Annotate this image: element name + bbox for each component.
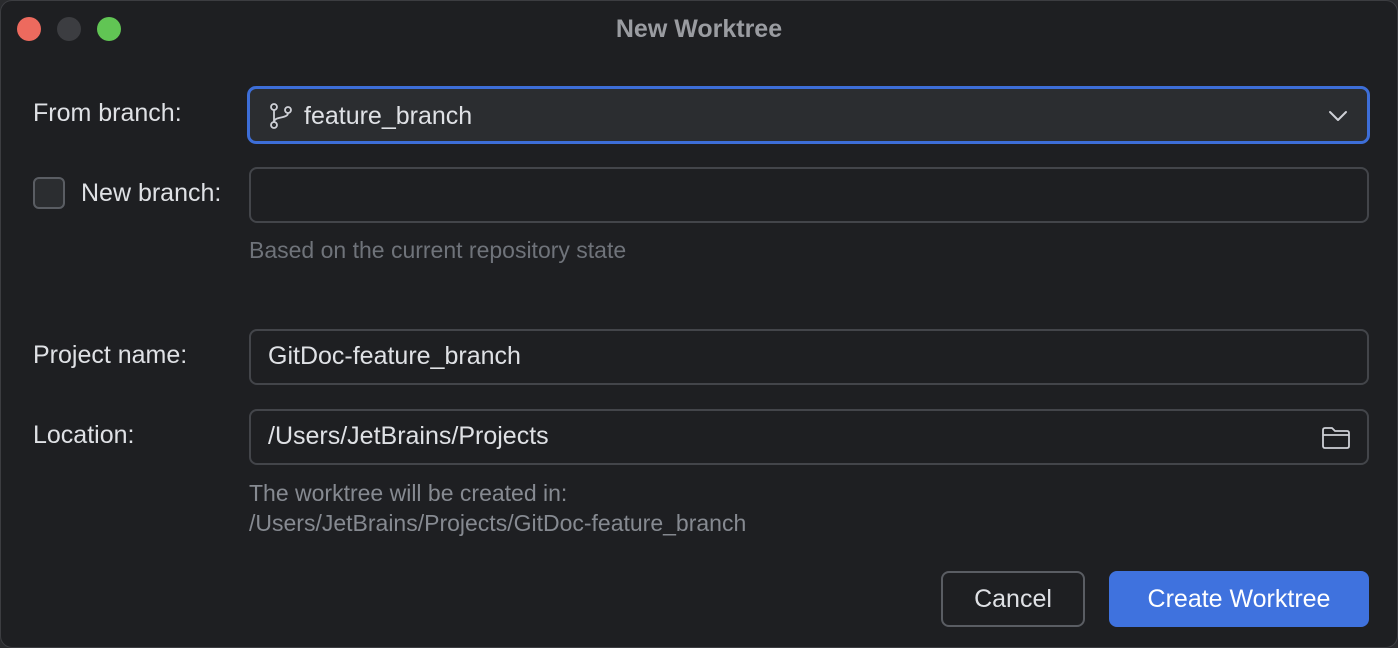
new-branch-hint: Based on the current repository state	[249, 237, 627, 263]
location-label: Location:	[33, 421, 135, 449]
dialog-title: New Worktree	[615, 15, 783, 43]
new-branch-input[interactable]	[249, 167, 1369, 223]
location-hint-line2: /Users/JetBrains/Projects/GitDoc-feature…	[249, 510, 747, 536]
project-name-value: GitDoc-feature_branch	[268, 342, 521, 370]
folder-icon[interactable]	[1321, 425, 1351, 451]
location-hint-line1: The worktree will be created in:	[249, 480, 568, 506]
cancel-button[interactable]: Cancel	[941, 571, 1085, 627]
from-branch-dropdown[interactable]: feature_branch	[247, 86, 1370, 144]
new-branch-label: New branch:	[81, 179, 222, 207]
create-worktree-button[interactable]: Create Worktree	[1109, 571, 1369, 627]
new-branch-checkbox[interactable]	[33, 177, 65, 209]
project-name-label: Project name:	[33, 341, 188, 369]
from-branch-value: feature_branch	[304, 102, 473, 130]
new-worktree-dialog: New Worktree From branch: feature_branch…	[0, 0, 1398, 648]
chevron-down-icon	[1329, 111, 1347, 121]
project-name-input[interactable]: GitDoc-feature_branch	[249, 329, 1369, 385]
git-branch-icon	[270, 103, 292, 129]
location-input[interactable]: /Users/JetBrains/Projects	[249, 409, 1369, 465]
location-value: /Users/JetBrains/Projects	[268, 422, 549, 450]
from-branch-label: From branch:	[33, 99, 182, 127]
title-bar: New Worktree	[1, 1, 1397, 57]
